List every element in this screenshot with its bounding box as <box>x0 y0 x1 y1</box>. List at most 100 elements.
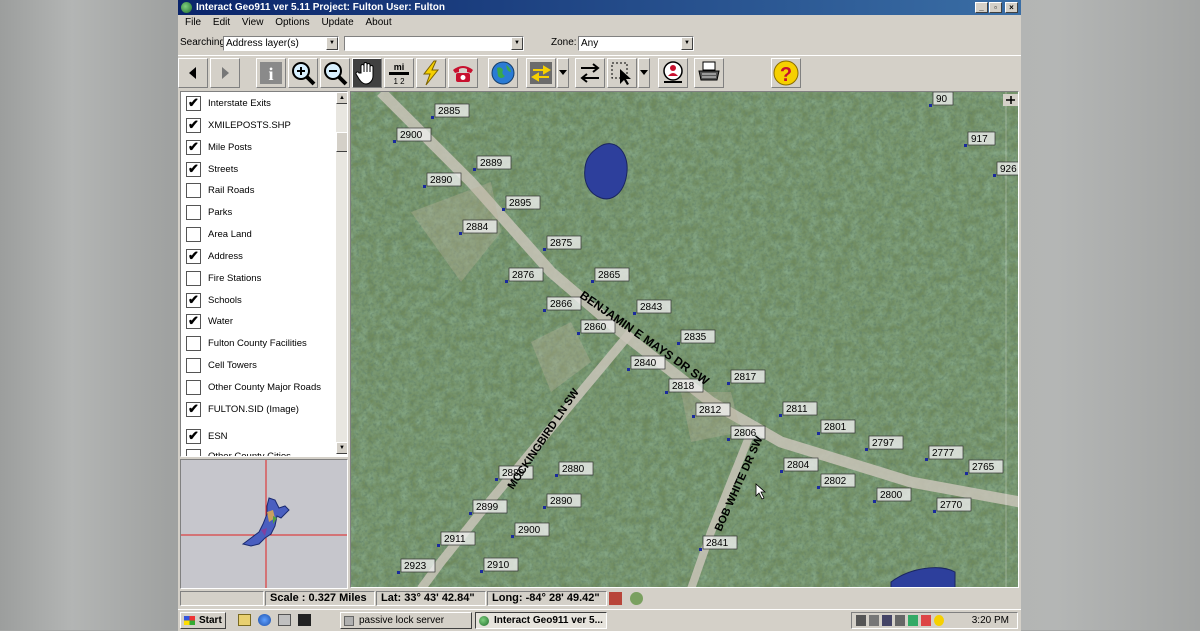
address-label[interactable]: 2812 <box>692 402 731 418</box>
clock[interactable]: 3:20 PM <box>972 615 1009 626</box>
layer-scrollbar[interactable]: ▲ ▼ <box>336 92 347 454</box>
tray-status-icon[interactable] <box>934 615 944 626</box>
layer-item[interactable]: Cell Towers <box>186 357 336 373</box>
menu-options[interactable]: Options <box>275 17 309 28</box>
address-label[interactable]: 2923 <box>397 558 436 574</box>
address-label[interactable]: 2895 <box>502 195 541 211</box>
pin-icon[interactable] <box>1003 94 1018 106</box>
status-globe-icon[interactable] <box>630 592 643 605</box>
layer-checkbox[interactable] <box>186 336 201 351</box>
tray-monitor-icon[interactable] <box>895 615 905 626</box>
aerial-map[interactable]: 2885 2900 2889 2890 2895 2884 2875 2876 2865 2866… <box>351 92 1019 588</box>
address-label[interactable]: 2910 <box>480 557 519 573</box>
layer-checkbox[interactable] <box>186 271 201 286</box>
chevron-down-icon[interactable]: ▼ <box>681 37 693 50</box>
tray-shield-icon[interactable] <box>908 615 918 626</box>
layer-checkbox[interactable]: ✔ <box>186 118 201 133</box>
layer-item[interactable]: ✔ FULTON.SID (Image) <box>186 401 336 417</box>
info-button[interactable]: i <box>256 58 286 88</box>
address-label[interactable]: 2801 <box>817 419 856 435</box>
quicklaunch-explorer-icon[interactable] <box>278 614 291 626</box>
layer-item[interactable]: Rail Roads <box>186 182 336 198</box>
quicklaunch-console-icon[interactable] <box>298 614 311 626</box>
address-label[interactable]: 926 <box>993 161 1019 177</box>
task-passive-lock-server[interactable]: passive lock server <box>340 612 472 629</box>
layer-item[interactable]: ✔ Interstate Exits <box>186 95 336 111</box>
address-label[interactable]: 2890 <box>543 493 582 509</box>
address-label[interactable]: 2840 <box>627 355 666 371</box>
address-label[interactable]: 2876 <box>505 267 544 283</box>
layer-checkbox[interactable] <box>186 358 201 373</box>
layer-checkbox[interactable] <box>186 227 201 242</box>
menu-update[interactable]: Update <box>321 17 353 28</box>
layer-item[interactable]: ✔ Water <box>186 313 336 329</box>
layer-checkbox[interactable]: ✔ <box>186 249 201 264</box>
tray-alert-icon[interactable] <box>921 615 931 626</box>
back-button[interactable] <box>178 58 208 88</box>
address-label[interactable]: 2765 <box>965 459 1004 475</box>
minimize-button[interactable]: _ <box>975 2 988 13</box>
route-button[interactable] <box>526 58 556 88</box>
layer-checkbox[interactable]: ✔ <box>186 162 201 177</box>
address-label[interactable]: 2804 <box>780 457 819 473</box>
select-dropdown[interactable] <box>638 58 650 88</box>
search-query-input[interactable]: ▼ <box>344 36 524 51</box>
address-label[interactable]: 2860 <box>577 319 616 335</box>
start-button[interactable]: Start <box>180 612 226 629</box>
chevron-down-icon[interactable]: ▼ <box>511 37 523 50</box>
address-label[interactable]: 2875 <box>543 235 582 251</box>
locate-person-button[interactable] <box>658 58 688 88</box>
address-label[interactable]: 2777 <box>925 445 964 461</box>
address-label[interactable]: 2843 <box>633 299 672 315</box>
quicklaunch-desktop-icon[interactable] <box>238 614 251 626</box>
layer-item[interactable]: ✔ Address <box>186 248 336 264</box>
address-label[interactable]: 2890 <box>423 172 462 188</box>
menu-file[interactable]: File <box>185 17 201 28</box>
address-label[interactable]: 2835 <box>677 329 716 345</box>
quicklaunch-ie-icon[interactable] <box>258 614 271 626</box>
forward-button[interactable] <box>210 58 240 88</box>
swap-button[interactable] <box>575 58 605 88</box>
layer-checkbox[interactable]: ✔ <box>186 402 201 417</box>
address-label[interactable]: 2800 <box>873 487 912 503</box>
route-dropdown[interactable] <box>557 58 569 88</box>
close-button[interactable]: × <box>1005 2 1018 13</box>
layer-item[interactable]: ✔ Mile Posts <box>186 139 336 155</box>
layer-item[interactable]: ✔ Schools <box>186 292 336 308</box>
address-label[interactable]: 2911 <box>437 531 476 547</box>
menu-edit[interactable]: Edit <box>213 17 230 28</box>
address-label[interactable]: 2770 <box>933 497 972 513</box>
layer-item[interactable]: Parks <box>186 204 336 220</box>
network-icon[interactable] <box>856 615 866 626</box>
address-label[interactable]: 2817 <box>727 369 766 385</box>
layer-item[interactable]: Fire Stations <box>186 270 336 286</box>
address-label[interactable]: 2866 <box>543 296 582 312</box>
speaker-icon[interactable] <box>869 615 879 626</box>
chevron-down-icon[interactable]: ▼ <box>326 37 338 50</box>
menu-view[interactable]: View <box>242 17 264 28</box>
layer-checkbox[interactable] <box>186 183 201 198</box>
globe-button[interactable] <box>488 58 518 88</box>
overview-map[interactable] <box>180 459 348 589</box>
layer-checkbox[interactable]: ✔ <box>186 140 201 155</box>
layer-checkbox[interactable]: ✔ <box>186 429 201 444</box>
pan-button[interactable] <box>352 58 382 88</box>
restore-button[interactable]: ▫ <box>989 2 1002 13</box>
address-label[interactable]: 2885 <box>431 103 470 119</box>
address-label[interactable]: 2811 <box>779 401 818 417</box>
layer-checkbox[interactable]: ✔ <box>186 314 201 329</box>
address-label[interactable]: 2880 <box>555 461 594 477</box>
layer-item[interactable]: ✔ ESN <box>186 428 336 444</box>
scroll-down-button[interactable]: ▼ <box>336 442 347 454</box>
zoom-out-button[interactable] <box>320 58 350 88</box>
layer-item[interactable]: Area Land <box>186 226 336 242</box>
layer-item[interactable]: Fulton County Facilities <box>186 335 336 351</box>
scroll-up-button[interactable]: ▲ <box>336 92 347 104</box>
search-layer-select[interactable]: Address layer(s) ▼ <box>223 36 339 51</box>
layer-item[interactable]: ✔ Streets <box>186 161 336 177</box>
print-button[interactable] <box>694 58 724 88</box>
task-interact-geo911[interactable]: Interact Geo911 ver 5... <box>475 612 607 629</box>
status-flag-icon[interactable] <box>609 592 622 605</box>
phone-button[interactable] <box>448 58 478 88</box>
layer-checkbox[interactable]: ✔ <box>186 96 201 111</box>
